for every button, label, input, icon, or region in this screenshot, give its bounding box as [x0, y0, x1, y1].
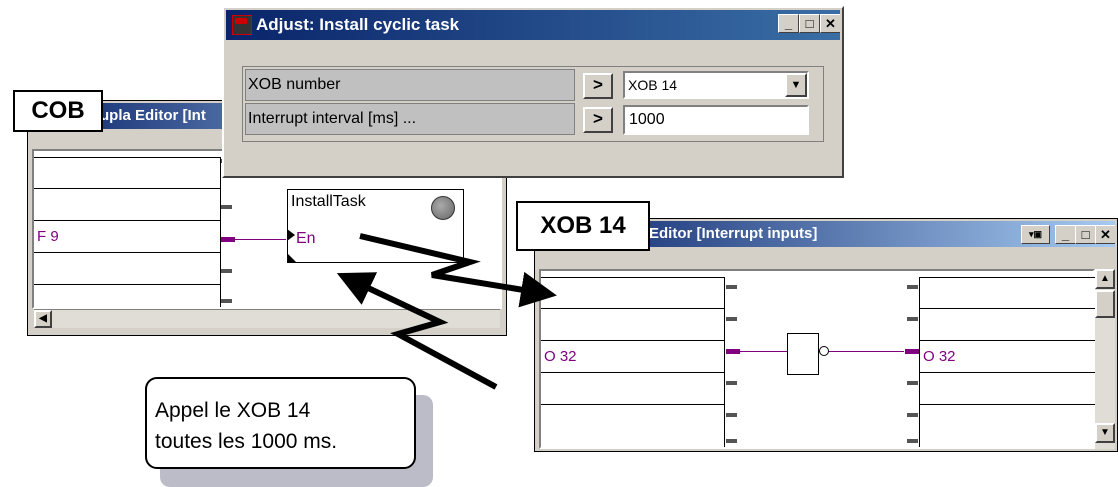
annotation-arrows: [336, 233, 557, 390]
zigzag-arrow-to-xob: [359, 233, 557, 308]
zigzag-arrow-to-block: [336, 272, 498, 390]
